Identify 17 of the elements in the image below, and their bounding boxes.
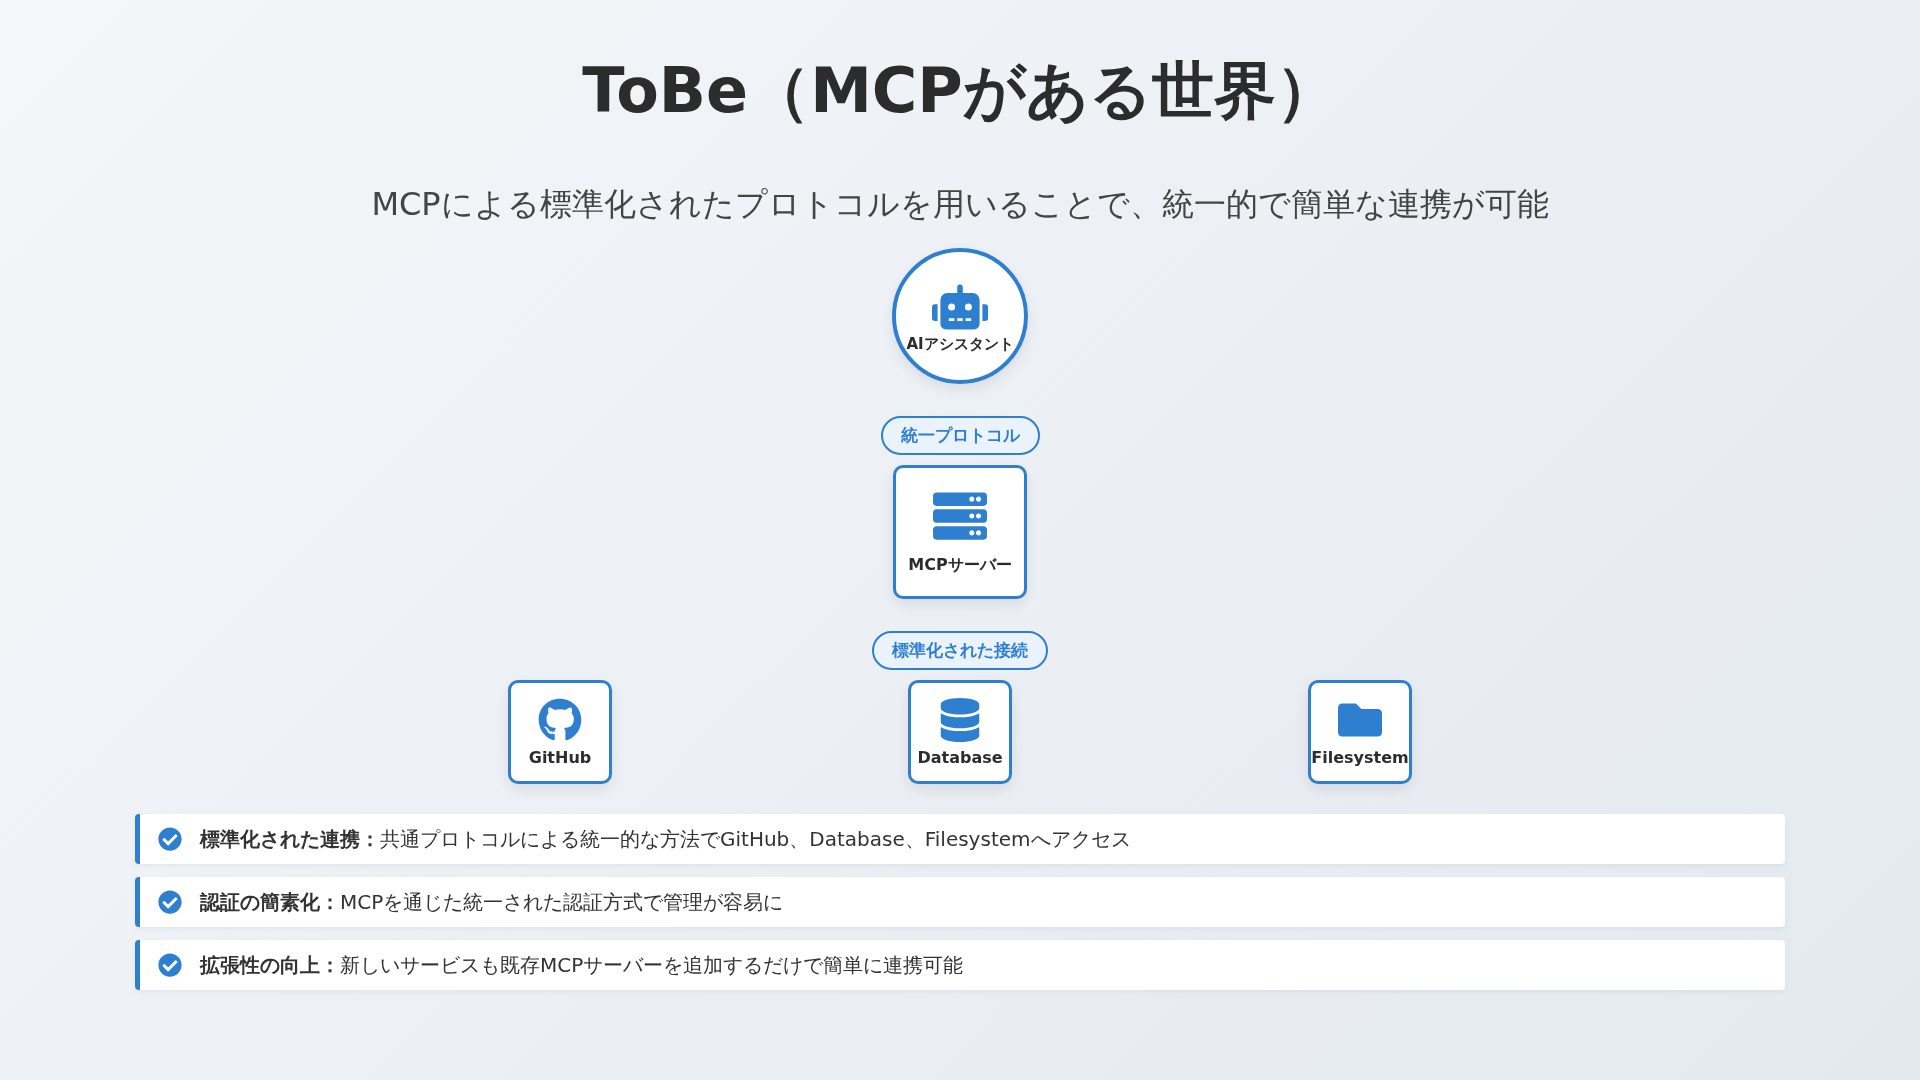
check-icon <box>158 953 182 977</box>
connection-badge: 標準化された接続 <box>872 631 1048 670</box>
database-icon <box>938 697 982 742</box>
check-icon <box>158 890 182 914</box>
node-label: GitHub <box>528 747 592 767</box>
benefit-text: 拡張性の向上：新しいサービスも既存MCPサーバーを追加するだけで簡単に連携可能 <box>200 951 964 979</box>
node-label: Filesystem <box>1311 747 1409 767</box>
node-label: Database <box>917 747 1003 767</box>
node-label: AIアシスタント <box>906 334 1014 354</box>
slide-title: ToBe（MCPがある世界） <box>582 53 1338 129</box>
benefit-text: 認証の簡素化：MCPを通じた統一された認証方式で管理が容易に <box>200 888 784 916</box>
benefit-text: 標準化された連携：共通プロトコルによる統一的な方法でGitHub、Database、Filesystemへアクセス <box>200 825 1131 853</box>
slide-subtitle: MCPによる標準化されたプロトコルを用いることで、統一的で簡単な連携が可能 <box>371 184 1549 224</box>
node-label: MCPサーバー <box>908 554 1012 576</box>
protocol-badge: 統一プロトコル <box>880 416 1040 455</box>
check-icon <box>158 827 182 851</box>
github-icon <box>538 697 582 742</box>
